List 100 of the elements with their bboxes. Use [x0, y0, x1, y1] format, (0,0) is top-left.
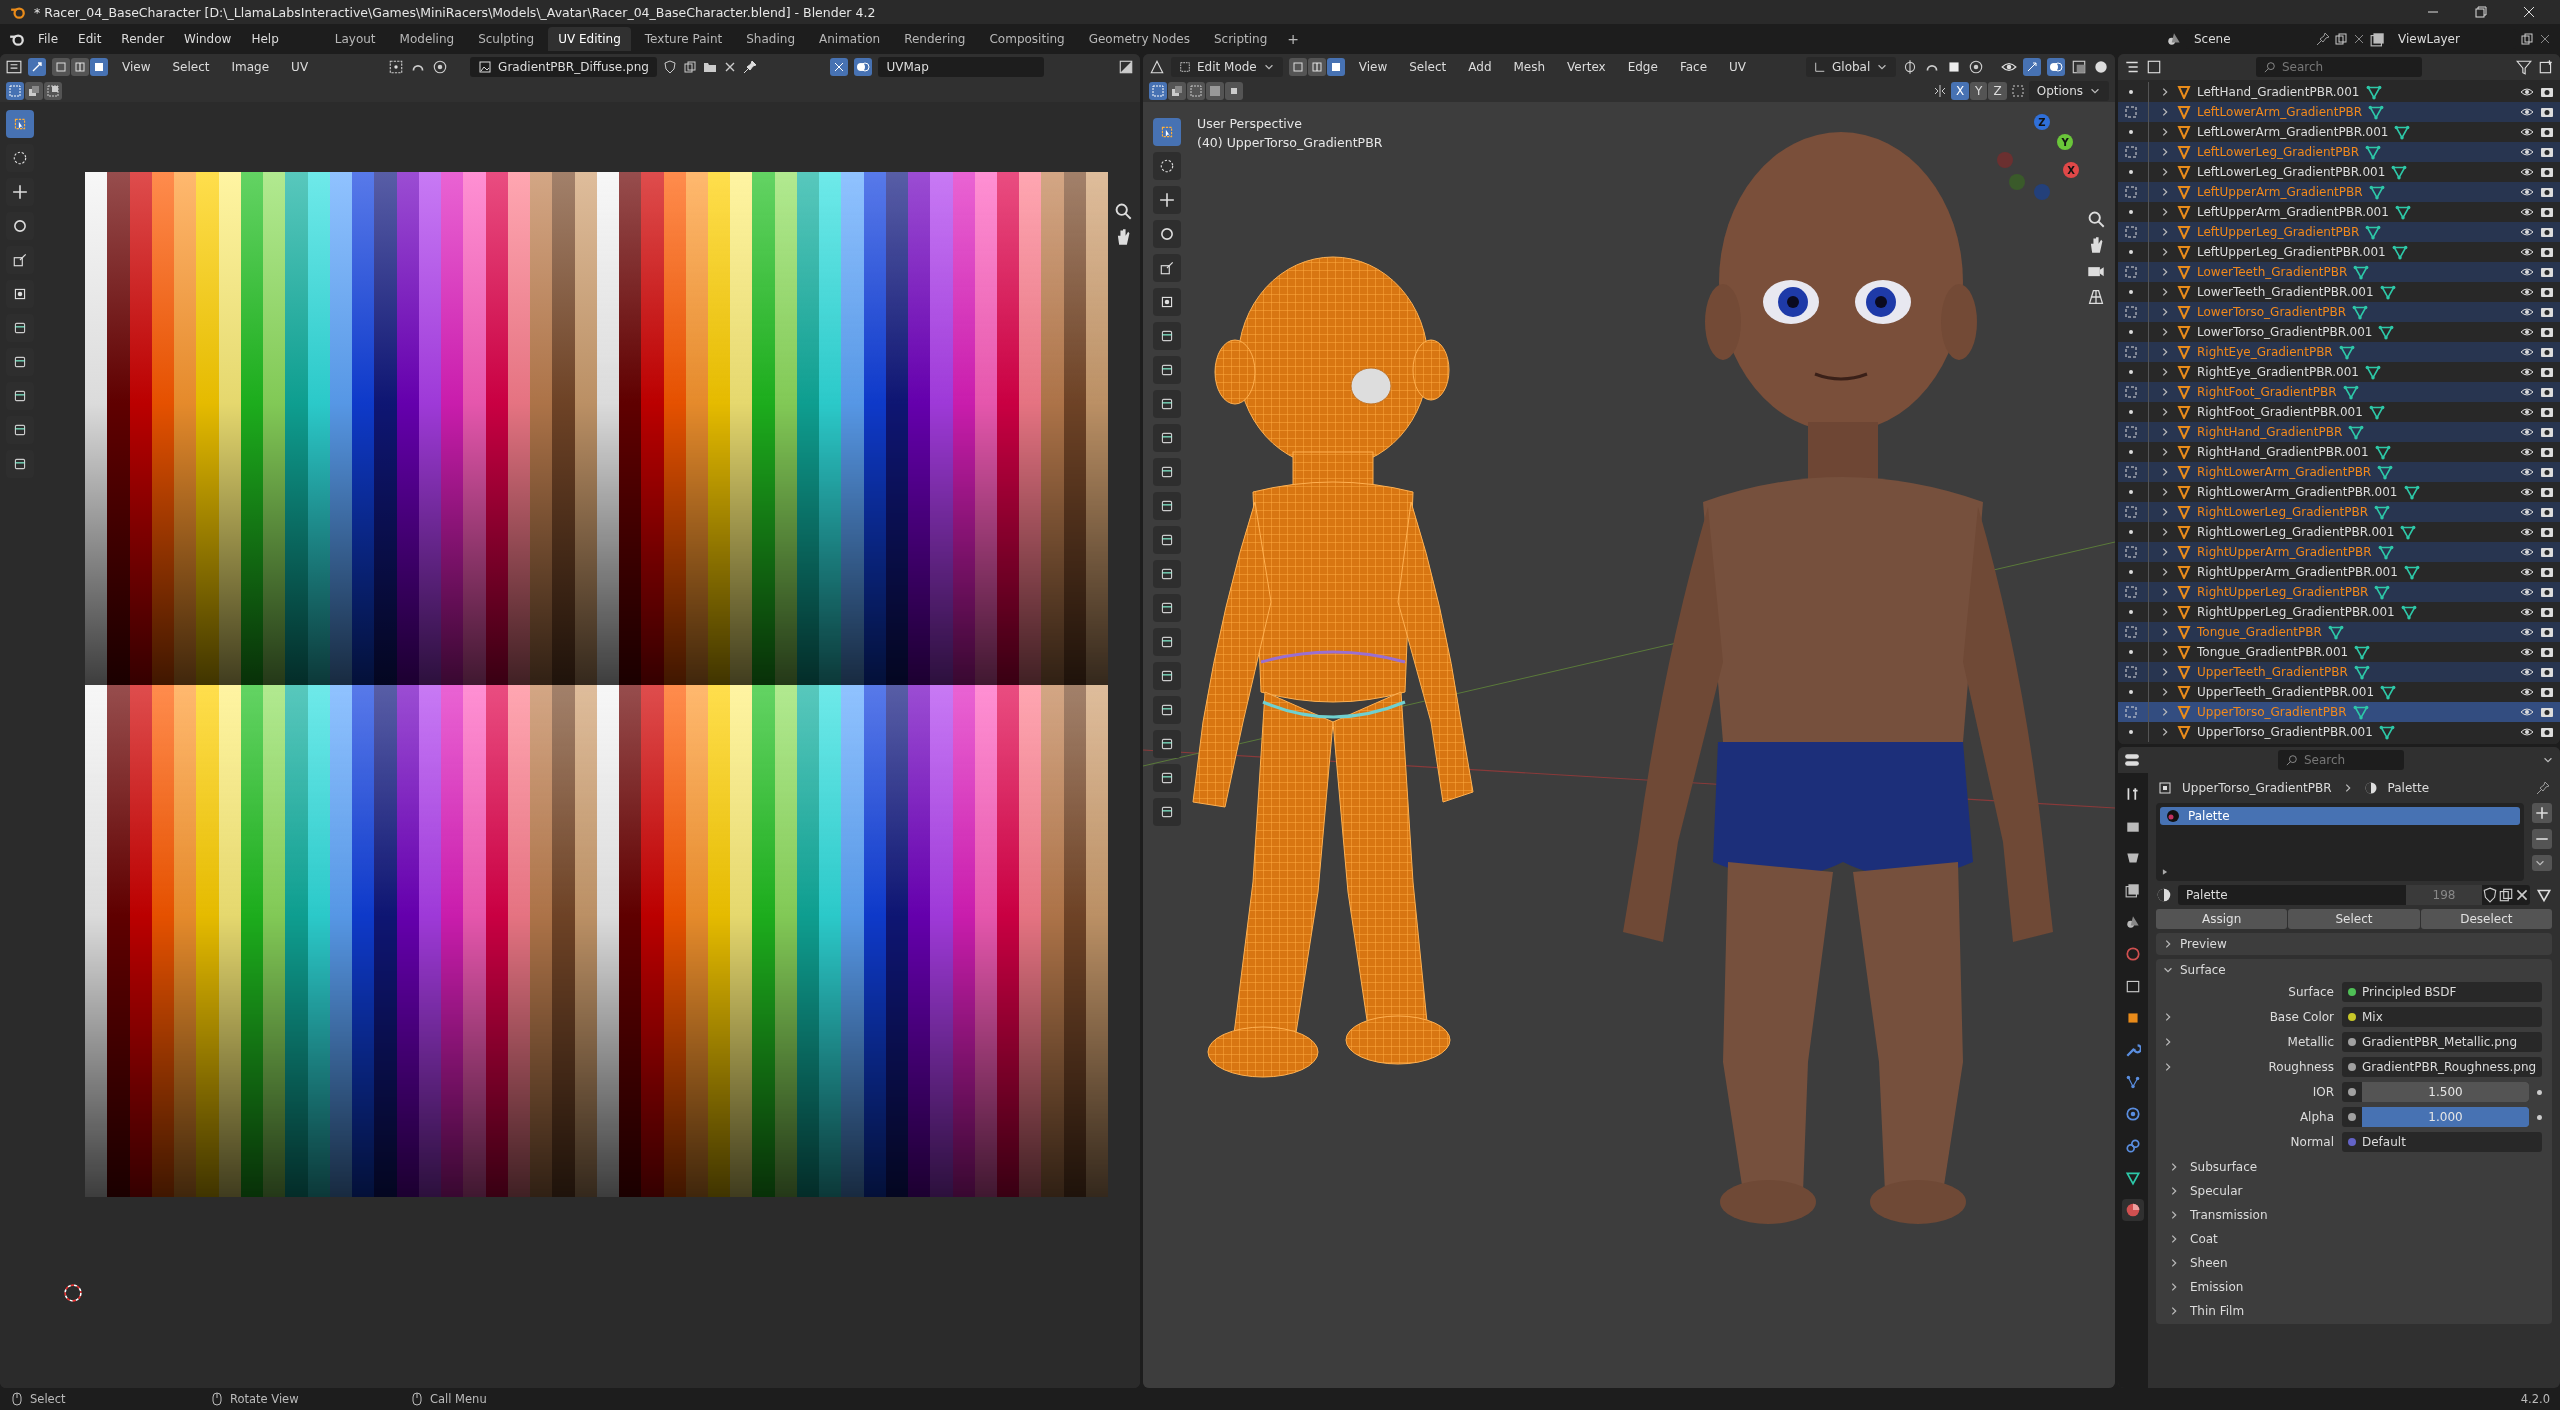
- number-field[interactable]: 1.500: [2362, 1082, 2529, 1102]
- camera-icon[interactable]: [2540, 445, 2554, 459]
- pin-icon[interactable]: [2316, 32, 2330, 46]
- tool-icon[interactable]: [1159, 600, 1175, 616]
- tool-icon[interactable]: [1159, 464, 1175, 480]
- camera-icon[interactable]: [2540, 145, 2554, 159]
- workspace-tab[interactable]: Layout: [324, 27, 386, 51]
- outliner-item[interactable]: RightHand_GradientPBR.001: [2118, 442, 2560, 462]
- camera-icon[interactable]: [2540, 285, 2554, 299]
- eye-icon[interactable]: [2520, 405, 2534, 419]
- outliner-item[interactable]: Tongue_GradientPBR.001: [2118, 642, 2560, 662]
- image-selector[interactable]: GradientPBR_Diffuse.png: [470, 57, 657, 77]
- physics-icon[interactable]: [2125, 1106, 2141, 1122]
- close-icon[interactable]: [2522, 5, 2536, 19]
- outliner-item[interactable]: Tongue_GradientPBR: [2118, 622, 2560, 642]
- grid-icon[interactable]: [2087, 288, 2105, 306]
- outliner-item[interactable]: UpperTorso_GradientPBR.001: [2118, 722, 2560, 742]
- subpanel-header[interactable]: Coat: [2190, 1231, 2218, 1246]
- tool-icon[interactable]: [1159, 566, 1175, 582]
- eye-icon[interactable]: [2520, 585, 2534, 599]
- menu-item[interactable]: UV: [1721, 57, 1754, 77]
- camera-icon[interactable]: [2540, 605, 2554, 619]
- camera-icon[interactable]: [2540, 165, 2554, 179]
- edit-mode-icon[interactable]: [2124, 265, 2138, 279]
- subpanel-header[interactable]: Emission: [2190, 1279, 2244, 1294]
- navigation-gizmo[interactable]: Z Y X: [1997, 112, 2087, 202]
- eye-icon[interactable]: [2520, 285, 2534, 299]
- eye-icon[interactable]: [2520, 305, 2534, 319]
- eye-icon[interactable]: [2520, 225, 2534, 239]
- world-icon[interactable]: [2125, 946, 2141, 962]
- search-field[interactable]: Search: [2278, 750, 2404, 770]
- zoom-icon[interactable]: [2087, 210, 2105, 228]
- fake-user-shield-icon[interactable]: [662, 60, 677, 74]
- camera-icon[interactable]: [2540, 345, 2554, 359]
- edit-mode-icon[interactable]: [2124, 385, 2138, 399]
- camera-icon[interactable]: [2540, 265, 2554, 279]
- outliner-item[interactable]: RightUpperLeg_GradientPBR: [2118, 582, 2560, 602]
- eye-icon[interactable]: [2520, 205, 2534, 219]
- blender-logo-icon[interactable]: [8, 31, 26, 47]
- tool-icon[interactable]: [1159, 668, 1175, 684]
- close-icon[interactable]: [2514, 887, 2530, 903]
- menu-item[interactable]: Add: [1460, 57, 1500, 77]
- material-icon[interactable]: [2125, 1202, 2141, 1218]
- object-icon[interactable]: [2125, 1010, 2141, 1026]
- keyframe-dot-icon[interactable]: [2537, 1089, 2542, 1095]
- eye-icon[interactable]: [2520, 565, 2534, 579]
- add-workspace-button[interactable]: +: [1281, 28, 1306, 50]
- subpanel-header[interactable]: Transmission: [2190, 1207, 2268, 1222]
- display-channels-icon[interactable]: [1118, 59, 1134, 75]
- node-link-field[interactable]: Mix: [2342, 1007, 2542, 1027]
- collection-icon[interactable]: [2125, 978, 2141, 994]
- eye-icon[interactable]: [2520, 605, 2534, 619]
- shading-sphere-icon[interactable]: [2093, 59, 2109, 75]
- slot-action-button[interactable]: Select: [2288, 909, 2420, 929]
- zoom-icon[interactable]: [1114, 202, 1132, 220]
- outliner-item[interactable]: LowerTeeth_GradientPBR: [2118, 262, 2560, 282]
- camera-icon[interactable]: [2540, 585, 2554, 599]
- tool-icon[interactable]: [1159, 396, 1175, 412]
- camera-icon[interactable]: [2540, 705, 2554, 719]
- menu-item[interactable]: Mesh: [1505, 57, 1554, 77]
- tool-icon[interactable]: [1159, 430, 1175, 446]
- outliner-item[interactable]: RightLowerArm_GradientPBR: [2118, 462, 2560, 482]
- outliner-item[interactable]: RightLowerArm_GradientPBR.001: [2118, 482, 2560, 502]
- uv-map-field[interactable]: UVMap: [878, 57, 1045, 77]
- rotate-icon[interactable]: [1159, 226, 1175, 242]
- tool-icon[interactable]: [1159, 328, 1175, 344]
- menu-item[interactable]: Help: [243, 29, 287, 49]
- camera-icon[interactable]: [2540, 465, 2554, 479]
- tool-icon[interactable]: [1159, 362, 1175, 378]
- outliner-item[interactable]: RightUpperLeg_GradientPBR.001: [2118, 602, 2560, 622]
- mesh-data-icon[interactable]: [2536, 887, 2552, 903]
- camera-icon[interactable]: [2540, 405, 2554, 419]
- edit-mode-icon[interactable]: [2124, 585, 2138, 599]
- wrench-icon[interactable]: [2125, 1042, 2141, 1058]
- close-icon[interactable]: [2352, 32, 2366, 46]
- proportional-edit-icon[interactable]: [432, 59, 449, 75]
- outliner-item[interactable]: LeftHand_GradientPBR.001: [2118, 82, 2560, 102]
- eye-icon[interactable]: [2520, 465, 2534, 479]
- camera-icon[interactable]: [2540, 85, 2554, 99]
- subpanel-header[interactable]: Specular: [2190, 1183, 2243, 1198]
- workspace-tab[interactable]: Compositing: [979, 27, 1075, 51]
- workspace-tab[interactable]: Animation: [809, 27, 891, 51]
- panel-header[interactable]: Preview: [2162, 936, 2546, 952]
- eye-icon[interactable]: [2520, 545, 2534, 559]
- keyframe-dot-icon[interactable]: [2537, 1114, 2542, 1120]
- outliner-item[interactable]: RightLowerLeg_GradientPBR.001: [2118, 522, 2560, 542]
- node-link-field[interactable]: Principled BSDF: [2342, 982, 2542, 1002]
- move-icon[interactable]: [1159, 192, 1175, 208]
- face-mode-icon[interactable]: [92, 60, 106, 74]
- outliner-item[interactable]: LeftLowerArm_GradientPBR.001: [2118, 122, 2560, 142]
- eye-icon[interactable]: [2520, 665, 2534, 679]
- gizmo-axis-label[interactable]: X: [2063, 162, 2079, 178]
- tool-icon[interactable]: [12, 320, 28, 336]
- pivot-icon[interactable]: [388, 59, 405, 75]
- transform-icon[interactable]: [1159, 294, 1175, 310]
- workspace-tab[interactable]: Geometry Nodes: [1078, 27, 1200, 51]
- menu-item[interactable]: UV: [283, 57, 317, 77]
- view-layer-icon[interactable]: [2370, 31, 2386, 47]
- edit-mode-icon[interactable]: [2124, 225, 2138, 239]
- material-slot[interactable]: Palette: [2160, 807, 2520, 825]
